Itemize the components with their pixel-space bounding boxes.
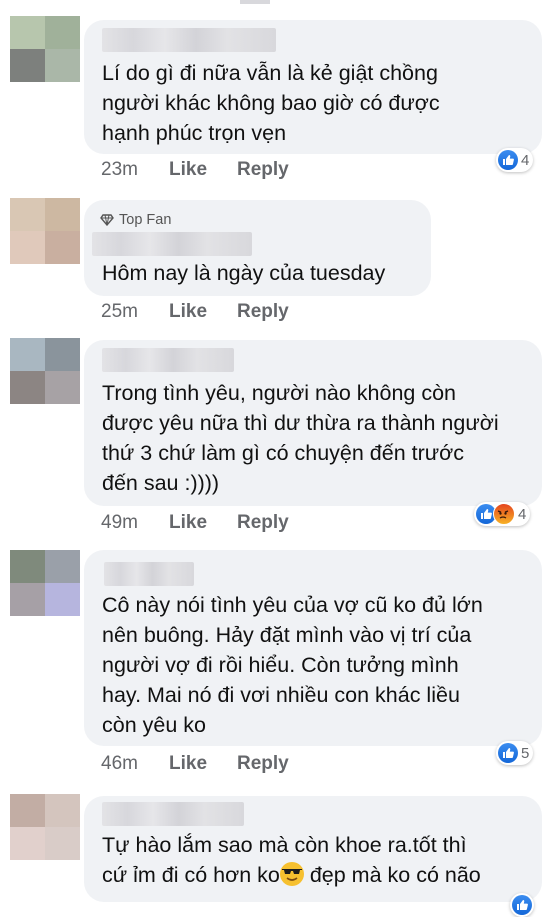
top-fan-badge: Top Fan [100, 212, 171, 228]
previous-comment-edge [240, 0, 270, 4]
reaction-summary[interactable]: 4 [496, 148, 534, 172]
avatar[interactable] [10, 794, 80, 860]
reaction-count: 4 [521, 151, 530, 169]
comment-bubble: Tự hào lắm sao mà còn khoe ra.tốt thì cứ… [84, 796, 542, 902]
reaction-count: 4 [518, 505, 527, 523]
reaction-summary[interactable]: 4 [474, 502, 531, 526]
comment-text-line-1: Tự hào lắm sao mà còn khoe ra.tốt thì [102, 833, 467, 857]
reaction-count: 5 [521, 744, 530, 762]
angry-icon [493, 503, 515, 525]
comment-text-line-2b: đẹp mà ko có não [303, 863, 481, 887]
reply-button[interactable]: Reply [237, 753, 289, 775]
comment-bubble: Lí do gì đi nữa vẫn là kẻ giật chồng ngư… [84, 20, 542, 154]
comment-actions: 25m Like Reply [101, 301, 289, 323]
like-icon [498, 150, 518, 170]
reply-button[interactable]: Reply [237, 512, 289, 534]
comment-text-line-2a: cứ ỉm đi có hơn ko [102, 863, 280, 887]
like-icon [498, 743, 518, 763]
like-button[interactable]: Like [169, 301, 237, 323]
author-name-blurred[interactable] [102, 348, 234, 372]
comment-actions: 23m Like Reply [101, 159, 289, 181]
like-icon [512, 895, 532, 915]
author-name-blurred[interactable] [92, 232, 252, 256]
top-fan-label: Top Fan [119, 212, 172, 228]
like-button[interactable]: Like [169, 159, 237, 181]
avatar[interactable] [10, 550, 80, 616]
reply-button[interactable]: Reply [237, 159, 289, 181]
comment-actions: 46m Like Reply [101, 753, 289, 775]
like-button[interactable]: Like [169, 512, 237, 534]
author-name-blurred[interactable] [102, 28, 276, 52]
comment-bubble: Cô này nói tình yêu của vợ cũ ko đủ lớn … [84, 550, 542, 746]
diamond-icon [100, 214, 114, 226]
comment-text: Cô này nói tình yêu của vợ cũ ko đủ lớn … [102, 593, 483, 737]
reply-button[interactable]: Reply [237, 301, 289, 323]
sunglasses-emoji-icon [279, 862, 304, 886]
author-name-blurred[interactable] [104, 562, 194, 586]
comment-text: Tự hào lắm sao mà còn khoe ra.tốt thì cứ… [102, 830, 528, 890]
comment-actions: 49m Like Reply [101, 512, 289, 534]
comment-bubble: Top Fan Hôm nay là ngày của tuesday [84, 200, 431, 296]
like-button[interactable]: Like [169, 753, 237, 775]
comment-bubble: Trong tình yêu, người nào không còn được… [84, 340, 542, 506]
reaction-summary[interactable]: 5 [496, 741, 534, 765]
timestamp[interactable]: 23m [101, 159, 169, 181]
timestamp[interactable]: 49m [101, 512, 169, 534]
avatar[interactable] [10, 338, 80, 404]
avatar[interactable] [10, 198, 80, 264]
avatar[interactable] [10, 16, 80, 82]
author-name-blurred[interactable] [102, 802, 244, 826]
comment-text: Lí do gì đi nữa vẫn là kẻ giật chồng ngư… [102, 61, 440, 145]
reaction-summary[interactable] [510, 893, 534, 917]
timestamp[interactable]: 25m [101, 301, 169, 323]
comment-text: Trong tình yêu, người nào không còn được… [102, 381, 499, 495]
comment-text: Hôm nay là ngày của tuesday [102, 261, 386, 285]
timestamp[interactable]: 46m [101, 753, 169, 775]
